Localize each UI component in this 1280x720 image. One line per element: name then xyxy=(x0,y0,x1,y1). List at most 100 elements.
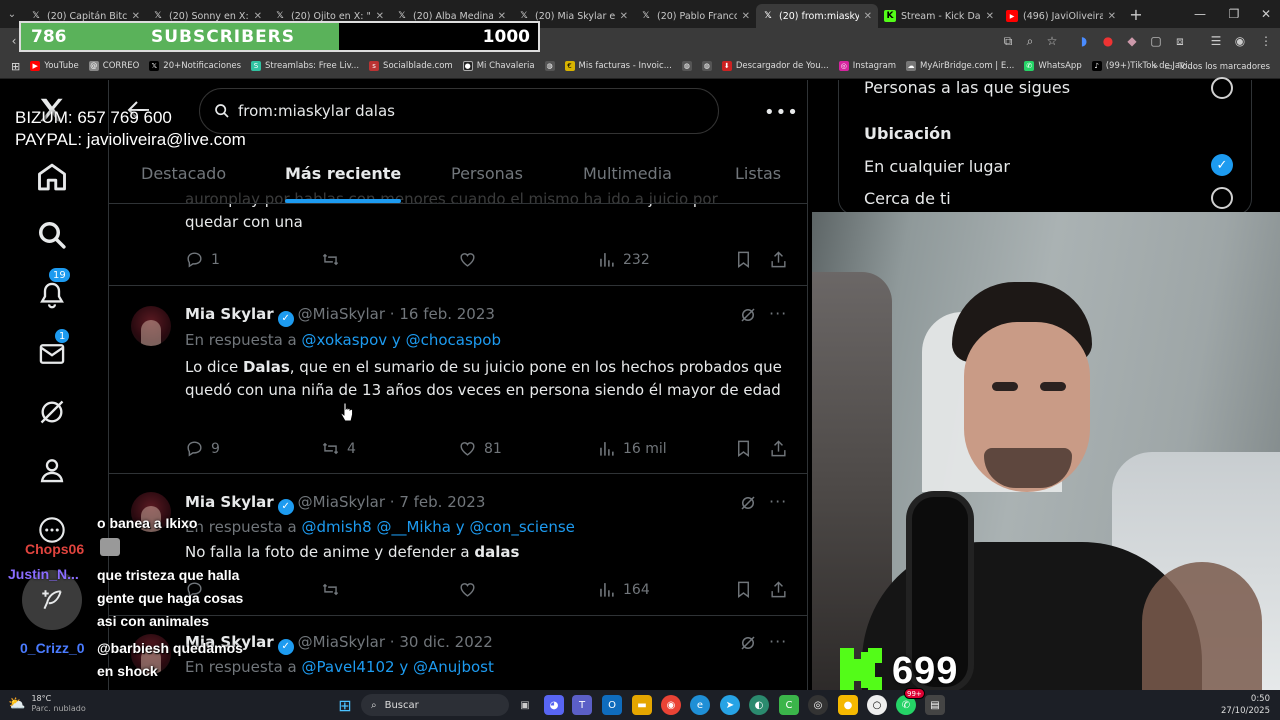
windows-start-icon[interactable]: ⊞ xyxy=(335,695,355,715)
home-icon[interactable] xyxy=(32,157,72,197)
mention-link[interactable]: @__Mikha xyxy=(376,518,451,536)
teams-icon[interactable]: T xyxy=(572,695,592,715)
tab-mas-reciente[interactable]: Más reciente xyxy=(285,164,401,183)
bookmark-button[interactable] xyxy=(734,439,753,458)
system-clock[interactable]: 0:50 27/10/2025 xyxy=(1221,693,1270,717)
tweet[interactable]: Mia Skylar ✓ @MiaSkylar · 7 feb. 2023 ··· … xyxy=(109,474,807,616)
app-icon[interactable]: ○ xyxy=(867,695,887,715)
bookmark-myairbridge[interactable]: ☁ MyAirBridge.com | E... xyxy=(901,61,1019,71)
radio-anywhere-checked[interactable]: ✓ xyxy=(1211,154,1233,176)
tweet[interactable]: Mia Skylar ✓ @MiaSkylar · 30 dic. 2022 ···… xyxy=(109,616,807,690)
bookmark-button[interactable] xyxy=(734,250,753,269)
tab-close-icon[interactable]: ✕ xyxy=(620,11,628,22)
mention-link[interactable]: @xokaspov xyxy=(302,331,388,349)
more-options-icon[interactable] xyxy=(32,510,72,550)
bookmark-descargador[interactable]: ⬇ Descargador de You... xyxy=(717,61,834,71)
taskbar-search[interactable]: ⌕ Buscar xyxy=(361,694,509,716)
tab-close-icon[interactable]: ✕ xyxy=(132,11,140,22)
all-bookmarks-link[interactable]: Todos los marcadores xyxy=(1178,62,1270,72)
author-handle[interactable]: @MiaSkylar xyxy=(298,305,385,323)
mention-link[interactable]: @Anujbost xyxy=(413,658,494,676)
browser-tab[interactable]: KStream - Kick Dashboard✕ xyxy=(878,4,1000,28)
mention-link[interactable]: @dmish8 xyxy=(302,518,372,536)
profile-avatar-icon[interactable]: ◉ xyxy=(1230,32,1250,50)
bookmark-streamlabs[interactable]: S Streamlabs: Free Liv... xyxy=(246,61,364,71)
bookmark-star-icon[interactable]: ☆ xyxy=(1042,32,1062,50)
more-bookmarks-icon[interactable]: » xyxy=(1153,62,1158,72)
tab-close-icon[interactable]: ✕ xyxy=(1108,11,1116,22)
filter-people-followed[interactable]: Personas a las que sigues xyxy=(864,78,1070,97)
reply-button[interactable]: 9 xyxy=(185,439,220,458)
app-icon[interactable]: ◐ xyxy=(749,695,769,715)
weather-widget[interactable]: ⛅ 18°C Parc. nublado xyxy=(8,694,86,714)
extension-icon[interactable]: ◗ xyxy=(1074,32,1094,50)
reply-button[interactable]: 1 xyxy=(185,250,220,269)
file-explorer-icon[interactable]: ▬ xyxy=(632,695,652,715)
tweet-more-icon[interactable]: ··· xyxy=(769,492,787,511)
extensions-puzzle-icon[interactable]: ⧈ xyxy=(1170,32,1190,50)
reply-button[interactable] xyxy=(185,580,211,599)
retweet-button[interactable]: 4 xyxy=(321,439,356,458)
obs-icon[interactable]: ◎ xyxy=(808,695,828,715)
discord-icon[interactable]: ◕ xyxy=(544,695,564,715)
browser-tab[interactable]: 𝕏(20) Pablo Franco en X:✕ xyxy=(634,4,756,28)
bookmark-button[interactable] xyxy=(734,580,753,599)
bookmark-socialblade[interactable]: s Socialblade.com xyxy=(364,61,458,71)
avatar[interactable] xyxy=(131,306,171,346)
menu-lines-icon[interactable]: ☰ xyxy=(1206,32,1226,50)
tab-personas[interactable]: Personas xyxy=(451,164,523,183)
tab-close-icon[interactable]: ✕ xyxy=(376,11,384,22)
like-button[interactable]: 81 xyxy=(458,439,502,458)
close-window-button[interactable]: ✕ xyxy=(1246,0,1280,28)
edge-icon[interactable]: e xyxy=(690,695,710,715)
tweet-date[interactable]: 16 feb. 2023 xyxy=(399,305,495,323)
tab-close-icon[interactable]: ✕ xyxy=(986,11,994,22)
whatsapp-icon[interactable]: ✆ 99+ xyxy=(896,688,925,715)
extension-icon[interactable]: ● xyxy=(1098,32,1118,50)
search-box[interactable] xyxy=(199,88,719,134)
author-name[interactable]: Mia Skylar xyxy=(185,305,274,323)
avatar[interactable] xyxy=(131,492,171,532)
zoom-icon[interactable]: ⌕ xyxy=(1020,32,1040,50)
mention-link[interactable]: @con_sciense xyxy=(469,518,574,536)
apps-grid-icon[interactable]: ⊞ xyxy=(6,60,25,73)
tab-close-icon[interactable]: ✕ xyxy=(254,11,262,22)
profile-icon[interactable] xyxy=(32,450,72,490)
tab-listas[interactable]: Listas xyxy=(735,164,781,183)
like-button[interactable] xyxy=(458,250,484,269)
grok-icon[interactable] xyxy=(739,634,757,652)
messages-mail-icon[interactable]: 1 xyxy=(32,328,72,374)
retweet-button[interactable] xyxy=(321,580,347,599)
radio-people-followed[interactable] xyxy=(1211,77,1233,99)
tab-destacado[interactable]: Destacado xyxy=(141,164,226,183)
outlook-icon[interactable]: O xyxy=(602,695,622,715)
bookmark-globe[interactable]: ◍ xyxy=(697,61,717,71)
telegram-icon[interactable]: ➤ xyxy=(720,695,740,715)
bookmark-instagram[interactable]: ◎ Instagram xyxy=(834,61,901,71)
browser-tab[interactable]: ▶(496) JaviOliveira - YouTube✕ xyxy=(1000,4,1122,28)
bookmark-youtube[interactable]: ▶ YouTube xyxy=(25,61,84,71)
tweet-more-icon[interactable]: ··· xyxy=(769,632,787,651)
app-icon[interactable]: ▤ xyxy=(925,695,945,715)
cast-icon[interactable]: ⧉ xyxy=(998,32,1018,50)
tweet-date[interactable]: 7 feb. 2023 xyxy=(399,493,485,511)
share-button[interactable] xyxy=(769,439,788,458)
like-button[interactable] xyxy=(458,580,484,599)
notifications-bell-icon[interactable]: 19 xyxy=(32,267,72,315)
bookmark-whatsapp[interactable]: ✆ WhatsApp xyxy=(1019,61,1086,71)
extension-icon[interactable]: ◆ xyxy=(1122,32,1142,50)
tweet-date[interactable]: 30 dic. 2022 xyxy=(399,633,493,651)
browser-tab-active[interactable]: 𝕏(20) from:miaskylar dalas✕ xyxy=(756,4,878,28)
search-options-icon[interactable]: ••• xyxy=(764,102,799,123)
bookmark-notificaciones[interactable]: 𝕏 20+Notificaciones xyxy=(144,61,246,71)
views-button[interactable]: 232 xyxy=(597,250,650,269)
grok-icon[interactable] xyxy=(739,306,757,324)
bookmark-facturas[interactable]: € Mis facturas - Invoic... xyxy=(560,61,677,71)
compose-post-button[interactable] xyxy=(22,570,82,630)
bookmark-globe[interactable]: ◍ xyxy=(540,61,560,71)
author-name[interactable]: Mia Skylar xyxy=(185,633,274,651)
search-icon[interactable] xyxy=(32,215,72,255)
share-button[interactable] xyxy=(769,580,788,599)
author-handle[interactable]: @MiaSkylar xyxy=(298,633,385,651)
tab-multimedia[interactable]: Multimedia xyxy=(583,164,672,183)
